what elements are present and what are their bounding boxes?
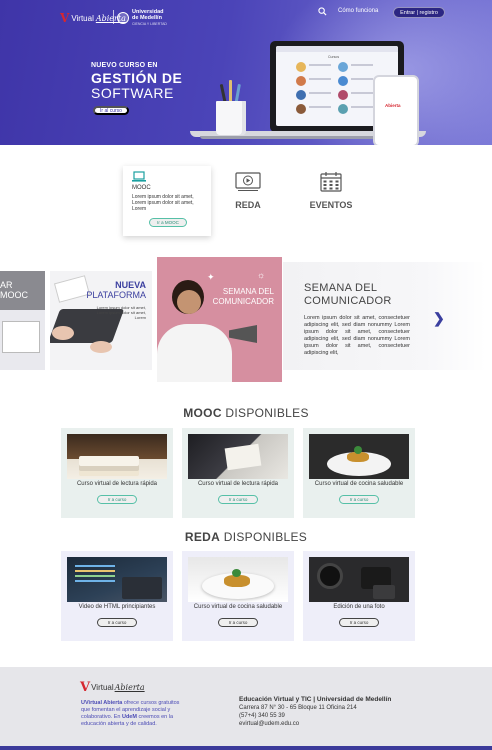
star-icon: ✦ bbox=[207, 272, 215, 282]
mooc-feature-description: Lorem ipsum dolor sit amet, Lorem ipsum … bbox=[132, 194, 194, 212]
main-slide-title-b: COMUNICADOR bbox=[212, 297, 274, 306]
virtual-abierta-logo[interactable]: V Virtual Abierta bbox=[60, 11, 126, 25]
carousel-slide-left[interactable]: AR MOOC bbox=[0, 271, 45, 370]
hero-title-line2: SOFTWARE bbox=[91, 85, 174, 101]
platform-title-b: PLATAFORMA bbox=[86, 290, 146, 300]
phone-illustration: Abierta bbox=[373, 75, 419, 145]
carousel-next-arrow-icon[interactable]: ❯ bbox=[433, 310, 445, 327]
udem-seal-icon bbox=[117, 12, 129, 24]
reda-course-card[interactable]: Curso virtual de cocina saludable Ir a c… bbox=[182, 551, 294, 641]
megaphone-icon bbox=[229, 325, 257, 343]
mooc-course-card[interactable]: Curso virtual de lectura rápida Ir a cur… bbox=[182, 428, 294, 518]
info-title-a: SEMANA DEL bbox=[304, 282, 378, 294]
hero-subtitle: NUEVO CURSO EN bbox=[91, 62, 158, 69]
screen-title: Cursos bbox=[328, 55, 340, 59]
udem-tagline: CIENCIA Y LIBERTAD bbox=[132, 22, 167, 26]
left-slide-title-b: MOOC bbox=[0, 290, 28, 300]
go-to-mooc-button[interactable]: Ir a MOOC bbox=[149, 218, 187, 227]
reda-feature-label: REDA bbox=[235, 200, 261, 210]
virtual-abierta-mark-icon: V bbox=[60, 11, 70, 25]
contact-address: Carrera 87 N° 30 - 65 Bloque 11 Oficina … bbox=[239, 705, 357, 711]
books-image bbox=[67, 434, 167, 479]
contact-email[interactable]: evirtual@udem.edu.co bbox=[239, 720, 391, 728]
footer-contact: Educación Virtual y TIC | Universidad de… bbox=[239, 696, 391, 728]
info-title-b: COMUNICADOR bbox=[304, 295, 392, 307]
contact-heading: Educación Virtual y TIC | Universidad de… bbox=[239, 696, 392, 703]
course-name: Video de HTML principiantes bbox=[78, 604, 156, 610]
footer-description: UVirtual Abierta ofrece cursos gratuitos… bbox=[81, 700, 180, 727]
logo-divider bbox=[113, 10, 114, 24]
eventos-feature-label: EVENTOS bbox=[309, 200, 353, 210]
carousel-slide-platform[interactable]: NUEVA PLATAFORMA Lorem ipsum dolor sit a… bbox=[50, 271, 152, 370]
logo-brand-a: Virtual bbox=[71, 13, 94, 23]
device-illustration bbox=[2, 321, 40, 353]
mooc-course-card[interactable]: Curso virtual de lectura rápida Ir a cur… bbox=[61, 428, 173, 518]
virtual-abierta-mark-icon: V bbox=[80, 680, 91, 695]
pencil-cup-illustration bbox=[216, 101, 246, 135]
go-to-course-button[interactable]: Ir a curso bbox=[218, 618, 258, 627]
lightbulb-icon: ☼ bbox=[257, 270, 266, 280]
course-name: Edición de una foto bbox=[333, 604, 385, 610]
reda-course-card[interactable]: Video de HTML principiantes Ir a curso bbox=[61, 551, 173, 641]
reading-image bbox=[188, 434, 288, 479]
go-to-course-button[interactable]: Ir a curso bbox=[218, 495, 258, 504]
info-description: Lorem ipsum dolor sit amet, consectetuer… bbox=[304, 315, 410, 356]
go-to-course-button[interactable]: Ir a curso bbox=[339, 618, 379, 627]
carousel-info-panel: SEMANA DEL COMUNICADOR Lorem ipsum dolor… bbox=[283, 262, 486, 370]
mooc-section-title: MOOC DISPONIBLES bbox=[183, 406, 309, 420]
udem-logo[interactable]: Universidad de Medellín CIENCIA Y LIBERT… bbox=[117, 9, 167, 27]
footer-bottom-bar bbox=[0, 746, 492, 750]
hero-banner: V Virtual Abierta Universidad de Medellí… bbox=[0, 0, 492, 145]
course-name: Curso virtual de cocina saludable bbox=[314, 481, 404, 487]
reda-section-title: REDA DISPONIBLES bbox=[184, 530, 308, 544]
search-icon[interactable] bbox=[318, 7, 327, 16]
reda-feature[interactable]: REDA bbox=[233, 172, 263, 210]
eventos-feature[interactable]: EVENTOS bbox=[309, 172, 353, 210]
reda-course-card[interactable]: Edición de una foto Ir a curso bbox=[303, 551, 415, 641]
main-slide-title-a: SEMANA DEL bbox=[222, 287, 274, 296]
go-to-course-button[interactable]: Ir a curso bbox=[97, 618, 137, 627]
person-illustration bbox=[157, 324, 232, 382]
video-player-icon bbox=[235, 172, 261, 191]
calendar-icon bbox=[320, 172, 342, 192]
platform-title-a: NUEVA bbox=[115, 280, 146, 290]
healthy-dish-image bbox=[309, 434, 409, 479]
tablet-illustration bbox=[53, 275, 91, 303]
laptop-icon bbox=[132, 171, 146, 182]
footer-logo[interactable]: V Virtual Abierta bbox=[80, 680, 145, 695]
course-name: Curso virtual de lectura rápida bbox=[197, 481, 279, 487]
how-it-works-link[interactable]: Cómo funciona bbox=[338, 8, 378, 14]
coding-image bbox=[67, 557, 167, 602]
login-register-button[interactable]: Entrar | registro bbox=[393, 7, 445, 18]
go-to-course-button[interactable]: Ir al curso bbox=[93, 106, 129, 115]
mooc-feature-label: MOOC bbox=[132, 185, 151, 191]
mooc-feature-card[interactable]: MOOC Lorem ipsum dolor sit amet, Lorem i… bbox=[123, 166, 211, 236]
left-slide-title-a: AR bbox=[0, 280, 13, 290]
camera-gear-image bbox=[309, 557, 409, 602]
platform-description: Lorem ipsum dolor sit amet, Lorem ipsum … bbox=[96, 305, 146, 320]
hero-title-line1: GESTIÓN DE bbox=[91, 70, 183, 86]
course-name: Curso virtual de lectura rápida bbox=[76, 481, 158, 487]
carousel-slide-main[interactable]: ✦ ☼ SEMANA DEL COMUNICADOR bbox=[157, 257, 282, 382]
course-name: Curso virtual de cocina saludable bbox=[193, 604, 283, 610]
footer: V Virtual Abierta UVirtual Abierta ofrec… bbox=[0, 667, 492, 746]
go-to-course-button[interactable]: Ir a curso bbox=[339, 495, 379, 504]
contact-phone: (57+4) 340 55 39 bbox=[239, 713, 285, 719]
go-to-course-button[interactable]: Ir a curso bbox=[97, 495, 137, 504]
mooc-course-card[interactable]: Curso virtual de cocina saludable Ir a c… bbox=[303, 428, 415, 518]
healthy-dish-image bbox=[188, 557, 288, 602]
